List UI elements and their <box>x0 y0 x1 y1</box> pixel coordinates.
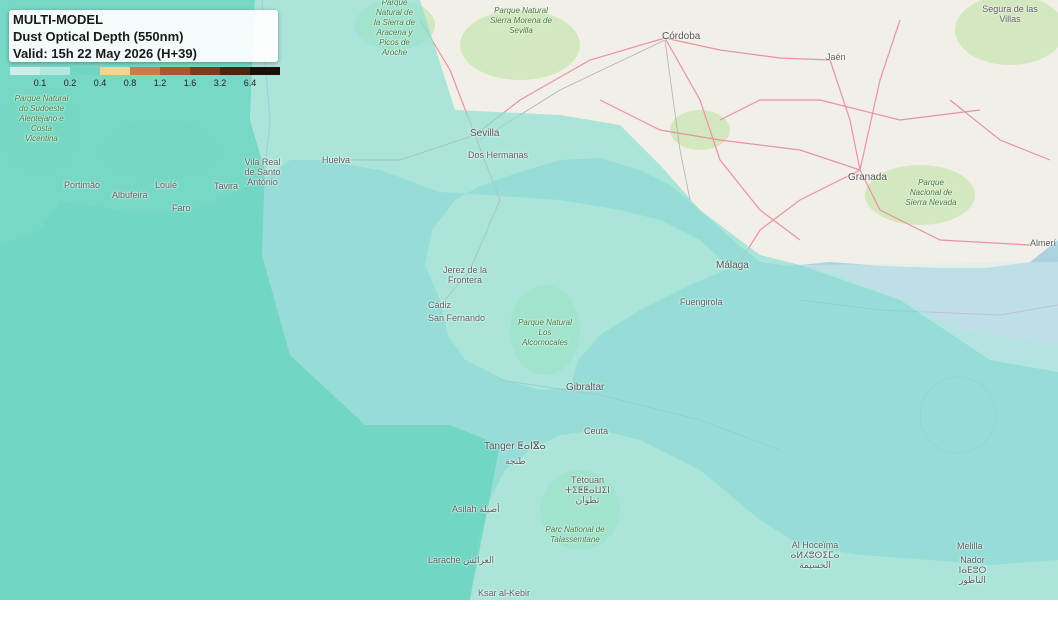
map-label-vila-real[interactable]: Vila Real de Santo António <box>240 157 285 187</box>
map-label-tanger[interactable]: Tanger ⵟⴰⵏⴵⴰ <box>484 441 546 452</box>
colorbar-segment-3 <box>100 67 130 75</box>
map-label-cordoba[interactable]: Córdoba <box>662 31 700 42</box>
colorbar-tick-label: 0.4 <box>93 78 107 88</box>
legend-box: MULTI-MODEL Dust Optical Depth (550nm) V… <box>9 10 278 62</box>
map-label-san-fernando[interactable]: San Fernando <box>428 313 485 323</box>
map-label-park-talassemtane[interactable]: Parc National de Talassemtane <box>540 525 610 545</box>
colorbar-segment-2 <box>70 67 100 75</box>
colorbar-segment-0 <box>10 67 40 75</box>
colorbar-segment-8 <box>250 67 280 75</box>
map-label-huelva[interactable]: Huelva <box>322 155 350 165</box>
map-label-tanger-arabic[interactable]: طنجة <box>505 456 526 467</box>
map-label-jaen[interactable]: Jaén <box>826 52 846 62</box>
map-label-malaga[interactable]: Málaga <box>716 260 749 271</box>
map-label-larache[interactable]: Larache العرائش <box>428 555 494 566</box>
map-label-cadiz[interactable]: Cádiz <box>428 300 451 310</box>
colorbar-segment-1 <box>40 67 70 75</box>
map-label-portimao[interactable]: Portimão <box>64 180 100 190</box>
map-label-alhoceima[interactable]: Al Hoceïma ⴰⵍⵃⵓⵙⵉⵎⴰ الحسيمة <box>785 540 845 570</box>
legend-model-title: MULTI-MODEL <box>13 12 104 27</box>
colorbar-tick-label: 3.2 <box>213 78 227 88</box>
map-label-gibraltar[interactable]: Gibraltar <box>566 382 604 393</box>
map-label-ceuta[interactable]: Ceuta <box>584 426 608 436</box>
map-label-park-sierra-nevada[interactable]: Parque Nacional de Sierra Nevada <box>905 178 957 208</box>
map-label-park-aracena[interactable]: Parque Natural de la Sierra de Aracena y… <box>372 0 417 58</box>
colorbar-tick-label: 0.2 <box>63 78 77 88</box>
colorbar-tick-label: 1.2 <box>153 78 167 88</box>
map-label-almeria[interactable]: Almerí <box>1030 238 1056 248</box>
map-label-jerez[interactable]: Jerez de la Frontera <box>440 265 490 285</box>
map-label-nador[interactable]: Nador ⵏⴰⴹⵓⵔ الناظور <box>950 555 995 585</box>
legend-colorbar-ticks: 0.1 0.2 0.4 0.8 1.2 1.6 3.2 6.4 <box>10 78 280 90</box>
colorbar-segment-4 <box>130 67 160 75</box>
map-label-ksar[interactable]: Ksar al-Kebir <box>478 588 530 598</box>
map-label-park-sudoeste[interactable]: Parque Natural do Sudoeste Alentejano e … <box>14 94 69 144</box>
legend-valid-time: Valid: 15h 22 May 2026 (H+39) <box>13 46 197 61</box>
colorbar-segment-5 <box>160 67 190 75</box>
map-label-faro[interactable]: Faro <box>172 203 191 213</box>
map-label-asilah[interactable]: Asilah أصيلة <box>452 504 500 515</box>
map-label-dos-hermanas[interactable]: Dos Hermanas <box>468 150 528 160</box>
map-label-tavira[interactable]: Tavira <box>214 181 238 191</box>
legend-colorbar <box>10 67 280 75</box>
colorbar-segment-7 <box>220 67 250 75</box>
map-label-granada[interactable]: Granada <box>848 172 887 183</box>
colorbar-tick-label: 1.6 <box>183 78 197 88</box>
colorbar-segment-6 <box>190 67 220 75</box>
map-label-fuengirola[interactable]: Fuengirola <box>680 297 723 307</box>
map-label-melilla[interactable]: Melilla <box>957 541 983 551</box>
map-label-sevilla[interactable]: Sevilla <box>470 128 499 139</box>
colorbar-tick-label: 0.1 <box>33 78 47 88</box>
bottom-strip <box>0 600 1058 622</box>
map-label-loule[interactable]: Loulé <box>155 180 177 190</box>
map-label-albufeira[interactable]: Albufeira <box>112 190 148 200</box>
map-label-park-alcornocales[interactable]: Parque Natural Los Alcornocales <box>515 318 575 348</box>
colorbar-tick-label: 6.4 <box>243 78 257 88</box>
map-label-segura[interactable]: Segura de las Villas <box>980 4 1040 24</box>
map-label-park-sierra-morena[interactable]: Parque Natural Sierra Morena de Sevilla <box>486 6 556 36</box>
legend-variable-title: Dust Optical Depth (550nm) <box>13 29 184 44</box>
map-view[interactable]: Sevilla Dos Hermanas Córdoba Jaén Granad… <box>0 0 1058 600</box>
map-label-tetouan[interactable]: Tétouan ⵜⵉⵟⵟⴰⵡⵉⵏ تطوان <box>560 475 615 505</box>
colorbar-tick-label: 0.8 <box>123 78 137 88</box>
map-basemap <box>0 0 1058 600</box>
